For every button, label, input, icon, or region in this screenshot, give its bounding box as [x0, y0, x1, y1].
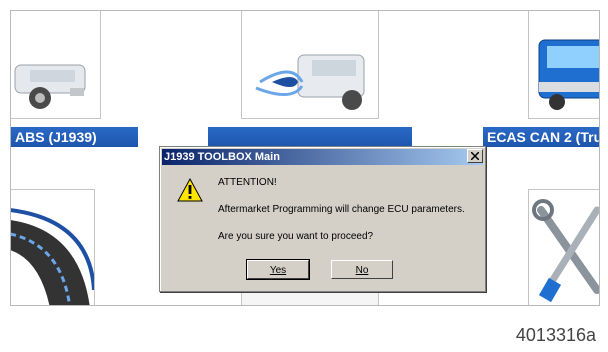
road-icon — [11, 208, 94, 305]
tools-tile-image[interactable] — [528, 189, 599, 305]
road-tile-image[interactable] — [11, 189, 95, 305]
ecas-tile-image[interactable] — [528, 11, 599, 119]
confirmation-dialog: J1939 TOOLBOX Main ATTENTION! Aftermarke… — [159, 146, 486, 292]
wrench-screwdriver-icon — [532, 199, 599, 303]
dialog-question: Are you sure you want to proceed? — [218, 231, 374, 242]
center-tile-label[interactable] — [208, 127, 412, 147]
abs-tile-label[interactable]: ABS (J1939) — [11, 127, 138, 147]
close-button[interactable] — [467, 149, 483, 163]
warning-icon — [177, 178, 203, 202]
center-tile-image[interactable] — [241, 11, 379, 119]
truck-icon — [14, 64, 86, 109]
toolbox-window: ABS (J1939) ECAS CAN 2 (Tru J1939 TOOLBO… — [10, 10, 600, 306]
figure-reference-code: 4013316a — [515, 325, 596, 345]
yes-label: Yes — [269, 265, 287, 276]
no-label: No — [355, 265, 369, 276]
dialog-heading: ATTENTION! — [218, 177, 277, 188]
ecas-tile-label[interactable]: ECAS CAN 2 (Tru — [483, 127, 599, 147]
close-icon — [471, 152, 479, 160]
bus-icon — [538, 39, 599, 110]
truck-sensor-icon — [255, 54, 365, 110]
no-button[interactable]: No — [331, 260, 393, 279]
abs-tile-image[interactable] — [11, 11, 101, 119]
dialog-title: J1939 TOOLBOX Main — [162, 149, 483, 165]
yes-button[interactable]: Yes — [246, 259, 310, 280]
dialog-message: Aftermarket Programming will change ECU … — [218, 204, 465, 215]
